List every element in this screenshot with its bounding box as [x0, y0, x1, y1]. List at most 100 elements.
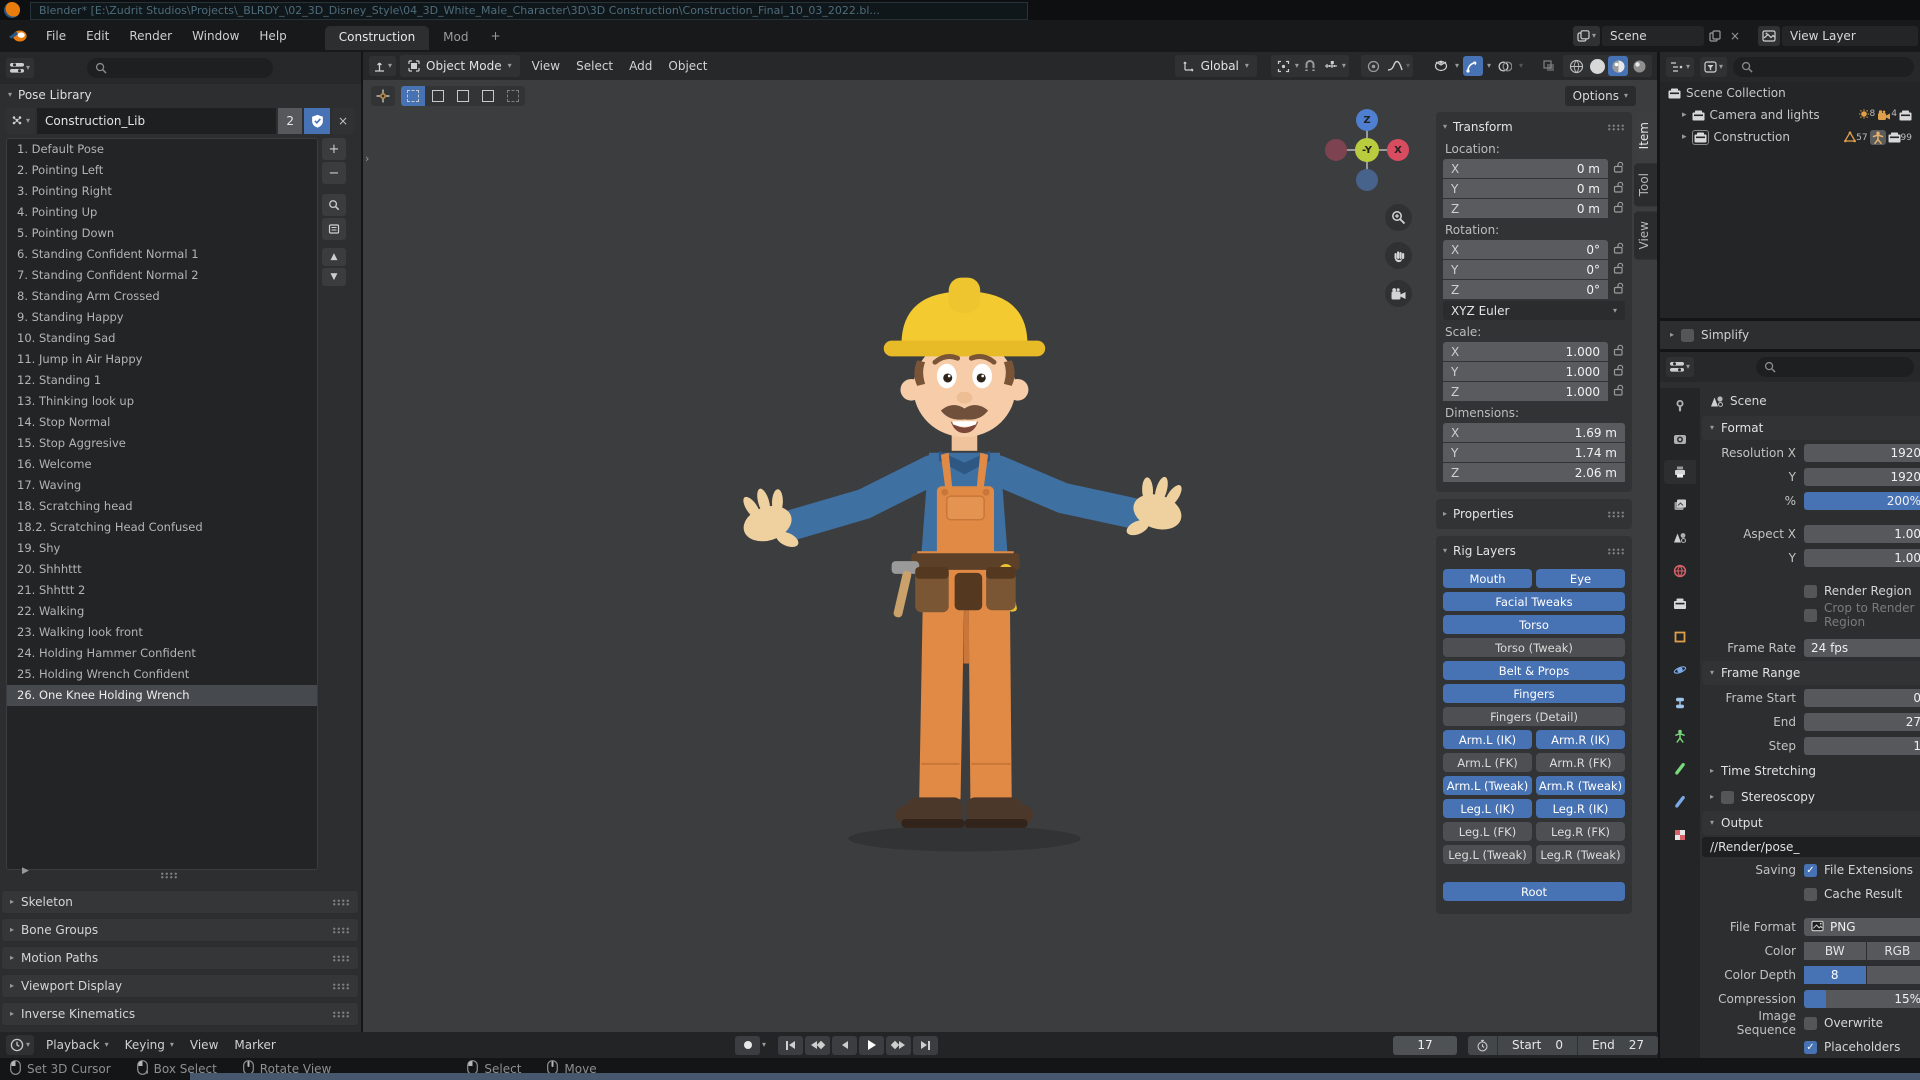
snap-settings-button[interactable]	[1321, 56, 1341, 76]
rig-layer-mouth[interactable]: Mouth	[1443, 569, 1532, 588]
frame-end-field[interactable]: End27	[1578, 1036, 1658, 1055]
properties-tab-world[interactable]	[1664, 559, 1696, 583]
rig-layer-leg-r-fk-[interactable]: Leg.R (FK)	[1536, 822, 1625, 841]
properties-collapsed-panel[interactable]: ▸Properties	[1436, 499, 1632, 529]
lock-icon[interactable]	[1613, 344, 1625, 359]
placeholders-checkbox[interactable]: ✓	[1804, 1041, 1817, 1054]
time-stretching-section-header[interactable]: ▸Time Stretching	[1702, 759, 1920, 783]
transform-field-x[interactable]: X1.000	[1443, 342, 1608, 361]
overwrite-checkbox[interactable]	[1804, 1017, 1817, 1030]
pose-list-item[interactable]: 15. Stop Aggresive	[7, 433, 317, 454]
segment-clipped[interactable]	[1867, 966, 1920, 984]
pose-list-item[interactable]: 18.2. Scratching Head Confused	[7, 517, 317, 538]
outliner-editor-type-button[interactable]: ▾	[1666, 57, 1694, 77]
menu-help[interactable]: Help	[249, 26, 296, 46]
pivot-point-button[interactable]	[1274, 56, 1294, 76]
falloff-curve-button[interactable]	[1385, 56, 1405, 76]
rig-layer-leg-r-tweak-[interactable]: Leg.R (Tweak)	[1536, 845, 1625, 864]
cursor-tool-icon[interactable]	[371, 86, 395, 106]
timeline-menu-keying[interactable]: Keying▾	[117, 1036, 182, 1054]
jump-to-end-button[interactable]	[913, 1036, 938, 1055]
pose-list-item[interactable]: 9. Standing Happy	[7, 307, 317, 328]
transform-orientation-dropdown[interactable]: Global▾	[1175, 55, 1257, 77]
pose-library-users-button[interactable]: 2	[278, 108, 302, 134]
panel-resize-grip[interactable]	[160, 872, 178, 879]
format-section-header[interactable]: ▾Format	[1702, 416, 1920, 440]
pose-list-item[interactable]: 24. Holding Hammer Confident	[7, 643, 317, 664]
shading-rendered-button[interactable]	[1629, 56, 1649, 76]
overlays-toggle-button[interactable]	[1495, 56, 1515, 76]
rig-layer-fingers-detail-[interactable]: Fingers (Detail)	[1443, 707, 1625, 726]
transform-field-z[interactable]: Z0 m	[1443, 199, 1608, 218]
rig-layer-arm-r-ik-[interactable]: Arm.R (IK)	[1536, 730, 1625, 749]
pose-list-item[interactable]: 14. Stop Normal	[7, 412, 317, 433]
pose-list-item[interactable]: 8. Standing Arm Crossed	[7, 286, 317, 307]
pose-list-item[interactable]: 13. Thinking look up	[7, 391, 317, 412]
rig-layer-arm-r-fk-[interactable]: Arm.R (FK)	[1536, 753, 1625, 772]
viewport-menu-view[interactable]: View	[524, 56, 568, 76]
lock-icon[interactable]	[1613, 201, 1625, 216]
move-pose-down-button[interactable]: ▼	[322, 268, 346, 286]
mode-dropdown[interactable]: Object Mode▾	[400, 55, 520, 77]
unlink-scene-button[interactable]: ×	[1726, 26, 1744, 46]
expand-icon[interactable]: ▸	[1682, 111, 1687, 120]
rig-layer-arm-l-tweak-[interactable]: Arm.L (Tweak)	[1443, 776, 1532, 795]
properties-search-input[interactable]	[1756, 357, 1914, 377]
workspace-tab-construction[interactable]: Construction	[325, 26, 429, 50]
subpanel-motion-paths[interactable]: ▸Motion Paths	[1, 946, 359, 970]
panel-grip[interactable]	[332, 1011, 350, 1018]
remove-pose-button[interactable]: −	[322, 162, 346, 184]
outliner-camera-lights-row[interactable]: ▸ Camera and lights 8 4	[1660, 104, 1920, 126]
panel-grip[interactable]	[332, 983, 350, 990]
transform-field-x[interactable]: X0°	[1443, 240, 1608, 259]
pose-list-item[interactable]: 19. Shy	[7, 538, 317, 559]
transform-panel-header[interactable]: ▾Transform	[1443, 117, 1625, 137]
search-input[interactable]	[87, 58, 273, 78]
pose-list-item[interactable]: 20. Shhhttt	[7, 559, 317, 580]
file-extensions-checkbox[interactable]: ✓	[1804, 864, 1817, 877]
add-workspace-button[interactable]: +	[482, 29, 508, 43]
transform-field-z[interactable]: Z1.000	[1443, 382, 1608, 401]
outliner-scene-collection-row[interactable]: Scene Collection	[1660, 82, 1920, 104]
camera-view-button[interactable]	[1385, 280, 1412, 307]
rig-layers-header[interactable]: ▾Rig Layers	[1443, 541, 1625, 561]
render-region-checkbox[interactable]	[1804, 585, 1817, 598]
crop-to-render-region-checkbox[interactable]	[1804, 609, 1817, 622]
pose-list-item[interactable]: 12. Standing 1	[7, 370, 317, 391]
pose-list-item[interactable]: 3. Pointing Right	[7, 181, 317, 202]
unlink-library-button[interactable]: ×	[332, 108, 354, 134]
resolution-x-field[interactable]: 1920	[1804, 444, 1920, 462]
shading-material-button[interactable]	[1608, 56, 1628, 76]
rig-layer-arm-l-ik-[interactable]: Arm.L (IK)	[1443, 730, 1532, 749]
rig-layer-belt-props[interactable]: Belt & Props	[1443, 661, 1625, 680]
proportional-editing-button[interactable]	[1364, 56, 1384, 76]
pose-list-item[interactable]: 11. Jump in Air Happy	[7, 349, 317, 370]
show-gizmo-dropdown[interactable]	[1431, 56, 1451, 76]
rig-layer-torso[interactable]: Torso	[1443, 615, 1625, 634]
cache-result-checkbox[interactable]	[1804, 888, 1817, 901]
subpanel-viewport-display[interactable]: ▸Viewport Display	[1, 974, 359, 998]
editor-type-button[interactable]: ▾	[6, 58, 34, 78]
segment-bw[interactable]: BW	[1804, 942, 1866, 960]
simplify-checkbox[interactable]	[1681, 329, 1694, 342]
panel-grip[interactable]	[332, 955, 350, 962]
panel-grip[interactable]	[1607, 124, 1625, 131]
jump-to-start-button[interactable]	[778, 1036, 803, 1055]
gizmo-y-axis[interactable]: -Y	[1355, 138, 1379, 162]
frame-start-field[interactable]: Start0	[1498, 1036, 1577, 1055]
lock-icon[interactable]	[1613, 181, 1625, 196]
toolbar-expand-icon[interactable]: ›	[365, 152, 369, 165]
panel-grip[interactable]	[332, 927, 350, 934]
move-pose-up-button[interactable]: ▲	[322, 248, 346, 266]
rig-layer-leg-r-ik-[interactable]: Leg.R (IK)	[1536, 799, 1625, 818]
y-field[interactable]: 1920	[1804, 468, 1920, 486]
outliner-filter-button[interactable]: ▾	[1700, 57, 1727, 77]
view-layer-field[interactable]: View Layer	[1782, 26, 1918, 46]
transform-field-x[interactable]: X0 m	[1443, 159, 1608, 178]
pose-list-item[interactable]: 25. Holding Wrench Confident	[7, 664, 317, 685]
timeline-menu-view[interactable]: View	[182, 1036, 226, 1054]
stereoscopy-checkbox[interactable]	[1721, 791, 1734, 804]
pose-list-item[interactable]: 23. Walking look front	[7, 622, 317, 643]
properties-tab-bone-constraint[interactable]	[1664, 790, 1696, 814]
rotate-tool[interactable]	[451, 86, 475, 106]
